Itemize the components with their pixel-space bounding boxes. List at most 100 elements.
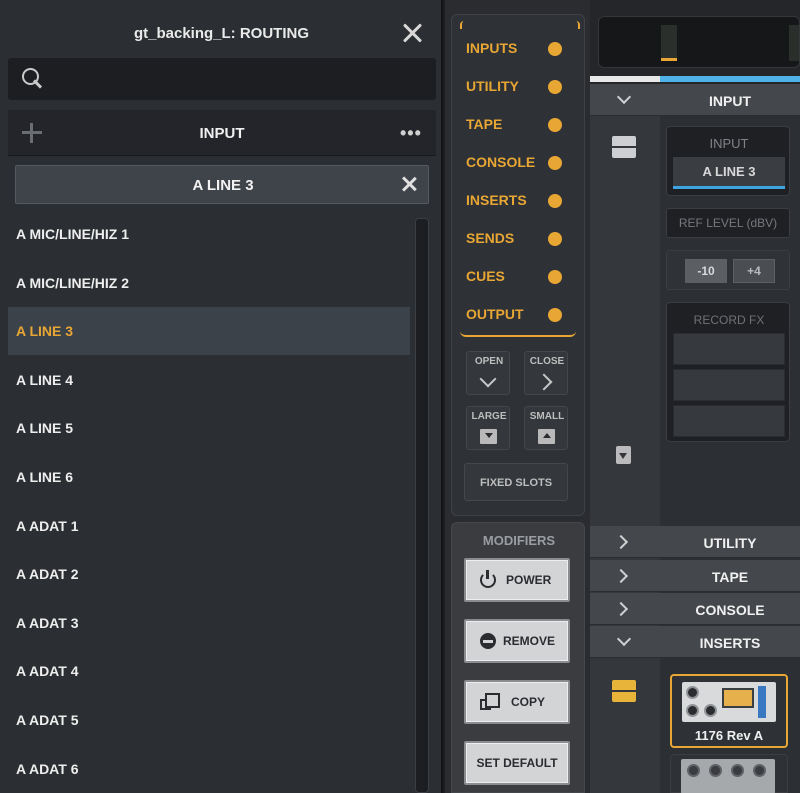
record-fx-slot[interactable] xyxy=(673,369,785,401)
list-item[interactable]: A LINE 3 xyxy=(8,307,410,356)
input-block: INPUT A LINE 3 xyxy=(666,126,790,196)
category-visible-dot[interactable] xyxy=(548,42,562,56)
more-options-icon[interactable]: ••• xyxy=(400,124,422,142)
list-item[interactable]: A LINE 5 xyxy=(8,404,410,452)
category-visible-dot[interactable] xyxy=(548,194,562,208)
app-root: gt_backing_L: ROUTING INPUT ••• A LINE 3… xyxy=(0,0,800,793)
search-icon xyxy=(22,68,44,90)
category-visible-dot[interactable] xyxy=(548,232,562,246)
list-item[interactable]: A ADAT 3 xyxy=(8,599,410,647)
category-cues[interactable]: CUES xyxy=(460,261,570,291)
input-block-title: INPUT xyxy=(709,136,749,151)
utility-header-label: UTILITY xyxy=(703,535,757,551)
large-size-button[interactable]: LARGE xyxy=(466,406,510,450)
record-fx-block: RECORD FX xyxy=(666,302,790,442)
category-output[interactable]: OUTPUT xyxy=(460,299,570,329)
section-size-toggle-icon[interactable] xyxy=(612,136,636,158)
category-utility[interactable]: UTILITY xyxy=(460,71,570,101)
expand-size-icon xyxy=(480,429,497,444)
eq-plugin-icon xyxy=(681,759,775,793)
selected-source-label: A LINE 3 xyxy=(192,177,254,194)
clear-selection-icon[interactable] xyxy=(401,176,417,192)
search-input[interactable] xyxy=(56,66,426,92)
list-item[interactable]: A LINE 6 xyxy=(8,453,410,501)
modifiers-title: MODIFIERS xyxy=(482,533,556,548)
search-box[interactable] xyxy=(8,58,436,100)
category-tape[interactable]: TAPE xyxy=(460,109,570,139)
list-item[interactable]: A ADAT 4 xyxy=(8,647,410,695)
chevron-down-icon xyxy=(479,370,497,388)
view-options-column: INPUTS UTILITY TAPE CONSOLE INSERTS SENDS CUES… xyxy=(445,0,590,793)
list-item[interactable]: A MIC/LINE/HIZ 2 xyxy=(8,259,410,307)
input-section-title: INPUT xyxy=(199,125,245,142)
chevron-right-icon xyxy=(613,534,629,550)
ref-plus-4-button[interactable]: +4 xyxy=(733,259,775,283)
input-section-toggle[interactable]: INPUT xyxy=(590,84,800,116)
category-visible-dot[interactable] xyxy=(548,308,562,322)
utility-section-toggle[interactable]: UTILITY xyxy=(590,526,800,558)
large-size-label: LARGE xyxy=(471,411,507,422)
inserts-size-toggle-icon[interactable] xyxy=(612,680,636,702)
category-label: CUES xyxy=(466,268,505,284)
category-inserts[interactable]: INSERTS xyxy=(460,185,570,215)
strip-toggle-column xyxy=(590,84,660,793)
tape-header-label: TAPE xyxy=(711,569,749,585)
copy-label: COPY xyxy=(511,695,546,709)
category-visible-dot[interactable] xyxy=(548,156,562,170)
category-visible-dot[interactable] xyxy=(548,80,562,94)
move-down-icon[interactable] xyxy=(616,446,631,464)
category-label: INSERTS xyxy=(466,192,527,208)
category-console[interactable]: CONSOLE xyxy=(460,147,570,177)
level-meter xyxy=(598,16,800,68)
list-item[interactable]: A ADAT 6 xyxy=(8,745,410,793)
set-default-label: SET DEFAULT xyxy=(476,756,558,770)
knob-icon xyxy=(687,764,700,777)
category-inputs[interactable]: INPUTS xyxy=(460,33,570,63)
power-button[interactable]: POWER xyxy=(464,558,570,602)
copy-button[interactable]: COPY xyxy=(464,680,570,724)
list-item[interactable]: A MIC/LINE/HIZ 1 xyxy=(8,210,410,258)
source-list: A MIC/LINE/HIZ 1A MIC/LINE/HIZ 2A LINE 3… xyxy=(8,210,410,793)
input-source-select[interactable]: A LINE 3 xyxy=(673,157,785,189)
plugin-name: 1176 Rev A xyxy=(694,728,764,743)
close-all-button[interactable]: CLOSE xyxy=(524,351,568,395)
remove-label: REMOVE xyxy=(503,634,556,648)
chevron-right-icon xyxy=(535,373,553,391)
set-default-button[interactable]: SET DEFAULT xyxy=(464,741,570,785)
category-visible-dot[interactable] xyxy=(548,270,562,284)
meter-peak xyxy=(661,58,677,61)
selected-source[interactable]: A LINE 3 xyxy=(15,165,429,204)
category-label: UTILITY xyxy=(466,78,519,94)
category-label: SENDS xyxy=(466,230,515,246)
chevron-down-icon xyxy=(616,89,632,105)
routing-titlebar: gt_backing_L: ROUTING xyxy=(0,0,443,56)
list-item[interactable]: A ADAT 1 xyxy=(8,502,410,550)
channel-strip: INPUT INPUT A LINE 3 REF LEVEL (dBV) -10… xyxy=(590,0,800,793)
list-item[interactable]: A ADAT 5 xyxy=(8,696,410,744)
ref-minus-10-button[interactable]: -10 xyxy=(685,259,727,283)
list-item[interactable]: A ADAT 2 xyxy=(8,550,410,598)
small-size-button[interactable]: SMALL xyxy=(524,406,568,450)
record-fx-slot[interactable] xyxy=(673,333,785,365)
link-indicator xyxy=(660,76,800,82)
remove-button[interactable]: REMOVE xyxy=(464,619,570,663)
tape-chevron xyxy=(590,560,660,592)
console-section-toggle[interactable]: CONSOLE xyxy=(590,593,800,625)
inserts-section-toggle[interactable]: INSERTS xyxy=(590,626,800,658)
input-section-header: INPUT ••• xyxy=(8,110,436,156)
list-item[interactable]: A LINE 4 xyxy=(8,356,410,404)
fixed-slots-button[interactable]: FIXED SLOTS xyxy=(464,463,568,501)
routing-panel: gt_backing_L: ROUTING INPUT ••• A LINE 3… xyxy=(0,0,443,793)
power-label: POWER xyxy=(506,573,552,587)
close-icon[interactable] xyxy=(400,21,424,45)
record-fx-slot[interactable] xyxy=(673,405,785,437)
open-all-button[interactable]: OPEN xyxy=(466,351,510,395)
insert-plugin-slot[interactable] xyxy=(670,754,788,793)
list-scrollbar[interactable] xyxy=(415,218,429,793)
category-visible-dot[interactable] xyxy=(548,118,562,132)
category-sends[interactable]: SENDS xyxy=(460,223,570,253)
insert-plugin-slot[interactable]: 1176 Rev A xyxy=(670,674,788,748)
tape-section-toggle[interactable]: TAPE xyxy=(590,560,800,592)
input-header-label: INPUT xyxy=(709,93,751,109)
close-all-label: CLOSE xyxy=(529,356,565,367)
